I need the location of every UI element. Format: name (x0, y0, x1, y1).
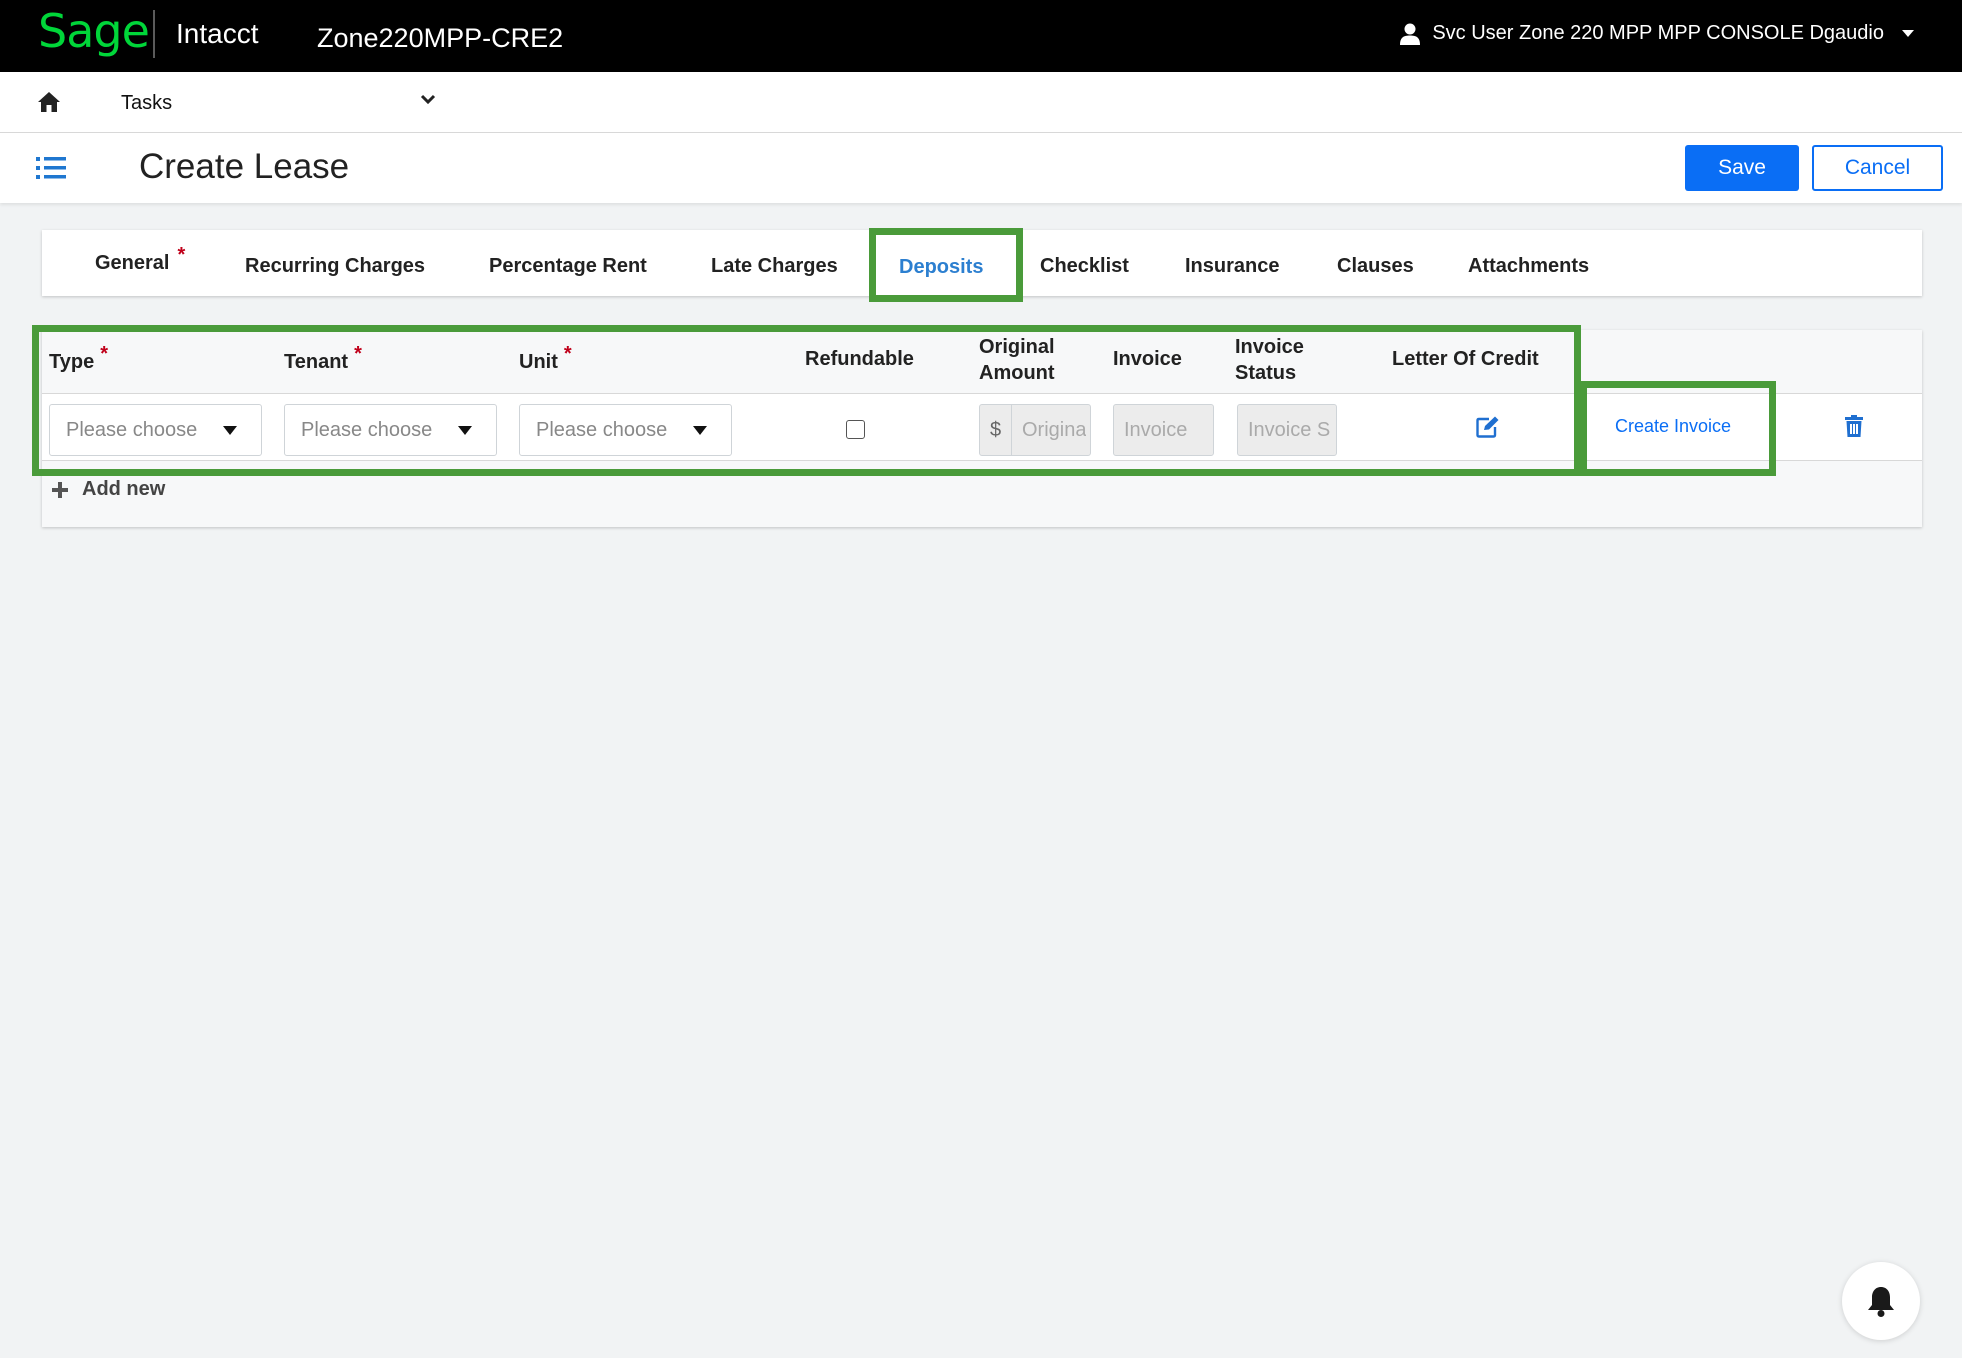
cancel-button[interactable]: Cancel (1812, 145, 1943, 191)
chevron-down-icon[interactable] (420, 94, 436, 106)
notifications-button[interactable] (1842, 1262, 1920, 1340)
tab-general[interactable]: General * (95, 230, 185, 296)
caret-down-icon (1902, 29, 1914, 37)
tab-clauses[interactable]: Clauses (1337, 233, 1414, 299)
tab-label: General (95, 252, 170, 274)
top-bar: Sage Intacct Zone220MPP-CRE2 Svc User Zo… (0, 0, 1962, 72)
user-name: Svc User Zone 220 MPP MPP CONSOLE Dgaudi… (1432, 22, 1884, 44)
list-icon[interactable] (36, 156, 66, 180)
create-invoice-highlight (1580, 381, 1776, 476)
tab-checklist[interactable]: Checklist (1040, 233, 1129, 299)
bell-icon (1868, 1287, 1894, 1317)
logo-divider (153, 10, 155, 58)
home-icon[interactable] (37, 91, 61, 113)
add-new-label: Add new (82, 478, 166, 500)
tab-percentage-rent[interactable]: Percentage Rent (489, 233, 647, 299)
trash-icon[interactable] (1845, 415, 1863, 437)
company-name[interactable]: Zone220MPP-CRE2 (317, 23, 563, 54)
sage-logo[interactable]: Sage (38, 4, 150, 58)
user-menu[interactable]: Svc User Zone 220 MPP MPP CONSOLE Dgaudi… (1400, 22, 1926, 45)
plus-icon (52, 481, 68, 498)
title-bar: Create Lease Save Cancel (0, 133, 1962, 203)
required-marker: * (177, 244, 186, 266)
deposits-tab-highlight (869, 228, 1023, 302)
save-button[interactable]: Save (1685, 145, 1799, 191)
tasks-bar: Tasks (0, 72, 1962, 133)
deposit-row-highlight (32, 325, 1581, 476)
tasks-dropdown-label[interactable]: Tasks (121, 92, 172, 115)
tab-late-charges[interactable]: Late Charges (711, 233, 838, 299)
add-new-button[interactable]: Add new (52, 478, 165, 501)
tab-recurring-charges[interactable]: Recurring Charges (245, 233, 425, 299)
tab-attachments[interactable]: Attachments (1468, 233, 1589, 299)
tab-insurance[interactable]: Insurance (1185, 233, 1279, 299)
intacct-logo: Intacct (176, 18, 259, 49)
user-icon (1400, 23, 1421, 45)
page-title: Create Lease (139, 147, 350, 186)
